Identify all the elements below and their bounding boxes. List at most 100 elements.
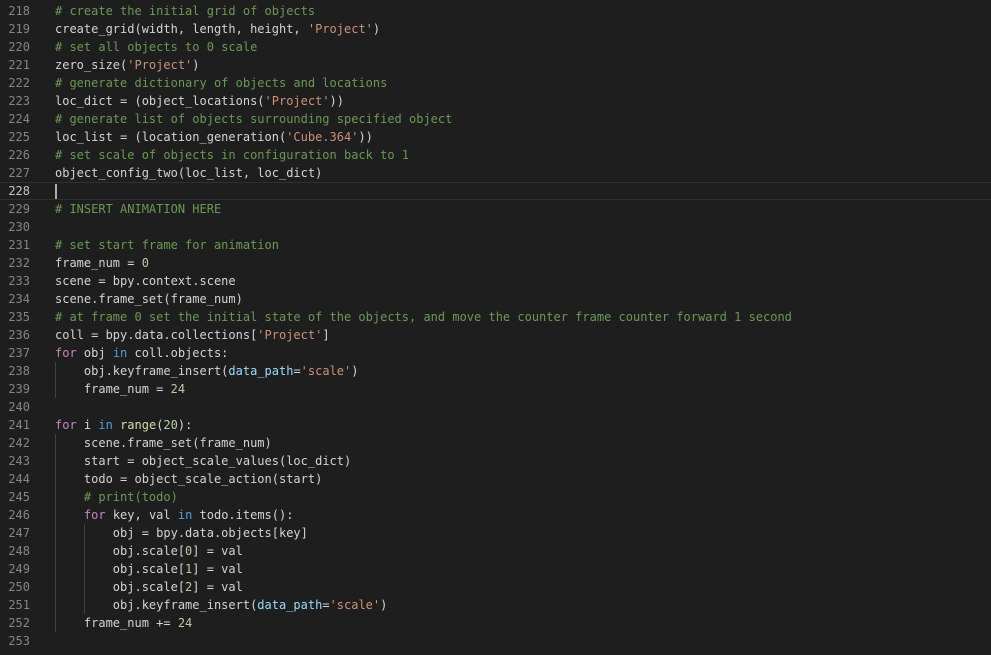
line-content[interactable]: frame_num += 24 [55, 614, 192, 632]
code-token-plain: obj.scale[ [112, 544, 186, 558]
line-content[interactable]: obj.keyframe_insert(data_path='scale') [55, 362, 359, 380]
code-token-keyword: in [177, 508, 193, 522]
line-content[interactable]: loc_dict = (object_locations('Project')) [55, 92, 344, 110]
code-line[interactable]: 220 # set all objects to 0 scale [0, 38, 991, 56]
line-content[interactable]: obj.keyframe_insert(data_path='scale') [55, 596, 388, 614]
line-content[interactable]: # at frame 0 set the initial state of th… [55, 308, 792, 326]
code-line[interactable]: 238 obj.keyframe_insert(data_path='scale… [0, 362, 991, 380]
code-token-plain: i [76, 418, 99, 432]
line-content[interactable]: scene.frame_set(frame_num) [55, 290, 243, 308]
code-line[interactable]: 225 loc_list = (location_generation('Cube… [0, 128, 991, 146]
code-line[interactable]: 230 [0, 218, 991, 236]
line-content[interactable]: object_config_two(loc_list, loc_dict) [55, 164, 322, 182]
code-token-plain: obj.scale[ [112, 580, 186, 594]
code-line[interactable]: 242 scene.frame_set(frame_num) [0, 434, 991, 452]
line-number: 244 [8, 472, 30, 486]
code-token-string: 'Project' [257, 328, 323, 342]
line-content[interactable]: # set all objects to 0 scale [55, 38, 257, 56]
code-lines[interactable]: 218 # create the initial grid of objects 2… [0, 2, 991, 650]
code-token-comment: # create the initial grid of objects [55, 4, 316, 18]
line-number: 249 [8, 562, 30, 576]
code-token-plain: ) [192, 58, 200, 72]
code-line[interactable]: 236 coll = bpy.data.collections['Project'… [0, 326, 991, 344]
line-content[interactable]: scene.frame_set(frame_num) [55, 434, 272, 452]
code-line[interactable]: 231 # set start frame for animation [0, 236, 991, 254]
line-content[interactable]: obj.scale[0] = val [55, 542, 243, 560]
code-line[interactable]: 222 # generate dictionary of objects and … [0, 74, 991, 92]
code-token-control: for [55, 346, 77, 360]
code-token-plain: loc_dict = (object_locations( [55, 94, 265, 108]
line-content[interactable]: start = object_scale_values(loc_dict) [55, 452, 351, 470]
line-content[interactable]: todo = object_scale_action(start) [55, 470, 322, 488]
code-line[interactable]: 227 object_config_two(loc_list, loc_dict) [0, 164, 991, 182]
code-line[interactable]: 229 # INSERT ANIMATION HERE [0, 200, 991, 218]
line-number: 252 [8, 616, 30, 630]
code-token-plain: frame_num = [83, 382, 171, 396]
code-token-plain: coll.objects: [127, 346, 229, 360]
code-line[interactable]: 237 for obj in coll.objects: [0, 344, 991, 362]
code-line[interactable]: 233 scene = bpy.context.scene [0, 272, 991, 290]
line-number: 230 [8, 220, 30, 234]
code-token-plain: obj.keyframe_insert( [112, 598, 258, 612]
line-number: 223 [8, 94, 30, 108]
line-content[interactable]: # set start frame for animation [55, 236, 279, 254]
code-line[interactable]: 235 # at frame 0 set the initial state of… [0, 308, 991, 326]
code-line[interactable]: 226 # set scale of objects in configurati… [0, 146, 991, 164]
code-line[interactable]: 221 zero_size('Project') [0, 56, 991, 74]
code-token-comment: # generate list of objects surrounding s… [55, 112, 453, 126]
line-number: 246 [8, 508, 30, 522]
line-content[interactable]: coll = bpy.data.collections['Project'] [55, 326, 330, 344]
code-line[interactable]: 234 scene.frame_set(frame_num) [0, 290, 991, 308]
code-line[interactable]: 239 frame_num = 24 [0, 380, 991, 398]
code-line[interactable]: 248 obj.scale[0] = val [0, 542, 991, 560]
code-line[interactable]: 240 [0, 398, 991, 416]
code-line[interactable]: 244 todo = object_scale_action(start) [0, 470, 991, 488]
line-content[interactable]: # set scale of objects in configuration … [55, 146, 409, 164]
code-token-string: 'Cube.364' [286, 130, 359, 144]
code-line[interactable]: 246 for key, val in todo.items(): [0, 506, 991, 524]
line-content[interactable]: create_grid(width, length, height, 'Proj… [55, 20, 380, 38]
text-cursor [55, 184, 57, 199]
line-content[interactable]: # generate list of objects surrounding s… [55, 110, 452, 128]
code-editor[interactable]: 218 # create the initial grid of objects 2… [0, 0, 991, 655]
line-content[interactable]: for i in range(20): [55, 416, 192, 434]
code-line[interactable]: 219 create_grid(width, length, height, 'P… [0, 20, 991, 38]
code-token-comment: # at frame 0 set the initial state of th… [55, 310, 792, 324]
code-line[interactable]: 241 for i in range(20): [0, 416, 991, 434]
line-content[interactable]: loc_list = (location_generation('Cube.36… [55, 128, 373, 146]
line-content[interactable]: for obj in coll.objects: [55, 344, 228, 362]
code-line[interactable]: 224 # generate list of objects surroundin… [0, 110, 991, 128]
code-line[interactable]: 247 obj = bpy.data.objects[key] [0, 524, 991, 542]
line-content[interactable]: zero_size('Project') [55, 56, 200, 74]
code-line[interactable]: 249 obj.scale[1] = val [0, 560, 991, 578]
code-line[interactable]: 245 # print(todo) [0, 488, 991, 506]
code-line[interactable]: 218 # create the initial grid of objects [0, 2, 991, 20]
line-content[interactable]: obj.scale[2] = val [55, 578, 243, 596]
code-token-plain: frame_num = [55, 256, 142, 270]
code-token-string: 'Project' [264, 94, 330, 108]
line-content[interactable]: frame_num = 24 [55, 380, 185, 398]
line-content[interactable]: for key, val in todo.items(): [55, 506, 294, 524]
line-content[interactable]: # create the initial grid of objects [55, 2, 315, 20]
code-line[interactable]: 252 frame_num += 24 [0, 614, 991, 632]
line-content[interactable]: scene = bpy.context.scene [55, 272, 236, 290]
code-line[interactable]: 250 obj.scale[2] = val [0, 578, 991, 596]
line-content[interactable]: # INSERT ANIMATION HERE [55, 200, 221, 218]
line-number: 229 [8, 202, 30, 216]
line-content[interactable]: obj = bpy.data.objects[key] [55, 524, 308, 542]
code-line[interactable]: 253 [0, 632, 991, 650]
code-line[interactable]: 228 [0, 182, 991, 200]
line-content[interactable]: # print(todo) [55, 488, 178, 506]
code-token-plain: = [293, 364, 301, 378]
code-line[interactable]: 232 frame_num = 0 [0, 254, 991, 272]
code-line[interactable]: 243 start = object_scale_values(loc_dict… [0, 452, 991, 470]
code-token-plain: ] = val [192, 562, 243, 576]
line-content[interactable]: obj.scale[1] = val [55, 560, 243, 578]
code-token-comment: # set all objects to 0 scale [55, 40, 258, 54]
code-line[interactable]: 251 obj.keyframe_insert(data_path='scale… [0, 596, 991, 614]
code-line[interactable]: 223 loc_dict = (object_locations('Project… [0, 92, 991, 110]
code-token-plain: ) [380, 598, 388, 612]
code-token-plain: )) [358, 130, 373, 144]
line-content[interactable]: frame_num = 0 [55, 254, 149, 272]
line-content[interactable]: # generate dictionary of objects and loc… [55, 74, 387, 92]
